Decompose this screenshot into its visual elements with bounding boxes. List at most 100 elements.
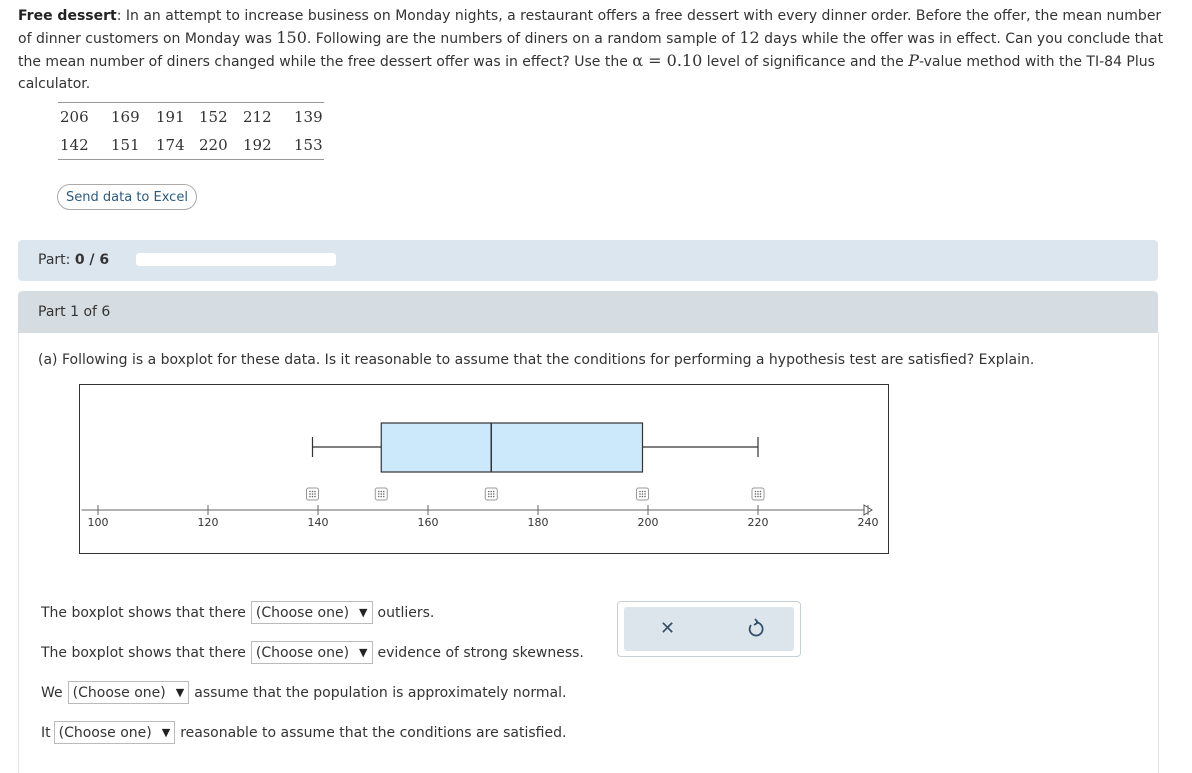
point-marker-icon[interactable] xyxy=(306,487,319,501)
x-tick-label: 200 xyxy=(638,516,659,529)
x-tick-label: 180 xyxy=(528,516,549,529)
marker-dot xyxy=(377,490,380,493)
answer-line-normal: We (Choose one) ▼ assume that the populat… xyxy=(41,681,566,704)
marker-dot xyxy=(490,490,493,493)
marker-dot xyxy=(492,493,495,495)
marker-dot xyxy=(492,495,495,498)
x-icon[interactable]: ✕ xyxy=(660,618,675,639)
marker-dot xyxy=(311,495,314,498)
marker-dot xyxy=(757,495,759,498)
marker-dot xyxy=(639,493,641,495)
point-marker-icon[interactable] xyxy=(751,487,765,501)
data-cell: 206 xyxy=(60,108,89,126)
marker-dot xyxy=(309,490,311,493)
data-cell: 169 xyxy=(111,108,140,126)
boxplot-chart: 100 120 140 160 180 200 220 240 xyxy=(81,422,879,529)
marker-dot xyxy=(641,490,644,493)
progress-panel: Part: 0 / 6 xyxy=(18,240,1158,281)
progress-label: Part: 0 / 6 xyxy=(38,252,110,268)
marker-dot xyxy=(639,495,641,498)
marker-dot xyxy=(309,493,311,495)
send-to-excel-button[interactable]: Send data to Excel xyxy=(57,184,197,210)
marker-dot xyxy=(644,490,646,493)
marker-dot xyxy=(490,493,493,495)
answer-tools: ✕ xyxy=(617,601,801,657)
marker-dot xyxy=(759,493,762,495)
x-tick-label: 120 xyxy=(198,516,219,529)
progress-bar xyxy=(136,253,336,266)
part-header: Part 1 of 6 xyxy=(18,291,1158,333)
skewness-dropdown[interactable]: (Choose one) ▼ xyxy=(250,641,373,664)
answer-line-outliers: The boxplot shows that there (Choose one… xyxy=(41,601,434,624)
box-iqr xyxy=(380,422,644,473)
marker-dot xyxy=(754,495,757,498)
marker-dot xyxy=(380,493,383,495)
x-tick-label: 220 xyxy=(748,516,769,529)
dropdown-arrow-icon: ▼ xyxy=(161,726,171,739)
data-row: 142 151 174 220 192 153 xyxy=(58,131,324,159)
x-tick-label: 240 xyxy=(858,516,879,529)
marker-dot xyxy=(314,493,316,495)
marker-dot xyxy=(487,490,490,493)
marker-dot xyxy=(311,490,314,493)
marker-dot xyxy=(382,490,385,493)
marker-dot xyxy=(757,493,759,495)
data-row: 206 169 191 152 212 139 xyxy=(58,103,324,131)
data-cell: 191 xyxy=(156,108,185,126)
marker-dot xyxy=(492,490,495,493)
point-marker-icon[interactable] xyxy=(374,487,388,501)
boxplot-frame: 100 120 140 160 180 200 220 240 xyxy=(79,384,889,554)
tools-bar: ✕ xyxy=(624,607,794,651)
marker-dot xyxy=(757,490,759,493)
data-cell: 142 xyxy=(60,136,89,154)
dropdown-arrow-icon: ▼ xyxy=(359,646,368,659)
outliers-dropdown[interactable]: (Choose one) ▼ xyxy=(250,601,373,624)
marker-dot xyxy=(754,493,757,495)
marker-dot xyxy=(309,495,311,498)
dropdown-arrow-icon: ▼ xyxy=(175,686,185,699)
data-cell: 151 xyxy=(111,136,140,154)
marker-dot xyxy=(644,495,646,498)
data-cell: 153 xyxy=(294,136,323,154)
marker-dot xyxy=(639,490,641,493)
x-tick-label: 160 xyxy=(418,516,439,529)
marker-dot xyxy=(314,495,316,498)
marker-dot xyxy=(641,495,644,498)
marker-dot xyxy=(311,493,314,495)
marker-dot xyxy=(490,495,493,498)
marker-dot xyxy=(754,490,757,493)
marker-dot xyxy=(382,495,385,498)
data-cell: 174 xyxy=(156,136,185,154)
data-cell: 139 xyxy=(294,108,323,126)
marker-dot xyxy=(314,490,316,493)
marker-dot xyxy=(641,493,644,495)
marker-dot xyxy=(759,490,762,493)
marker-dot xyxy=(644,493,646,495)
data-cell: 212 xyxy=(243,108,272,126)
marker-dot xyxy=(487,495,490,498)
data-cell: 192 xyxy=(243,136,272,154)
marker-dot xyxy=(487,493,490,495)
point-marker-icon[interactable] xyxy=(484,487,498,501)
conditions-dropdown[interactable]: (Choose one) ▼ xyxy=(53,721,176,744)
normality-dropdown[interactable]: (Choose one) ▼ xyxy=(67,681,190,704)
data-cell: 152 xyxy=(199,108,228,126)
point-marker-icon[interactable] xyxy=(636,487,649,501)
marker-dot xyxy=(377,493,380,495)
dropdown-arrow-icon: ▼ xyxy=(359,606,368,619)
question-text: (a) Following is a boxplot for these dat… xyxy=(38,352,1035,368)
problem-statement: Free dessert: In an attempt to increase … xyxy=(18,8,1164,92)
data-cell: 220 xyxy=(199,136,228,154)
x-tick-label: 140 xyxy=(308,516,329,529)
data-table: 206 169 191 152 212 139 142 151 174 220 … xyxy=(58,102,324,160)
answer-line-skewness: The boxplot shows that there (Choose one… xyxy=(41,641,584,664)
marker-dot xyxy=(380,495,383,498)
marker-dot xyxy=(380,490,383,493)
answer-line-conditions: It (Choose one) ▼ reasonable to assume th… xyxy=(41,721,566,744)
undo-icon[interactable] xyxy=(746,617,766,643)
marker-dot xyxy=(382,493,385,495)
x-tick-label: 100 xyxy=(88,516,109,529)
marker-dot xyxy=(759,495,762,498)
marker-dot xyxy=(377,495,380,498)
problem-title: Free dessert xyxy=(18,8,117,24)
